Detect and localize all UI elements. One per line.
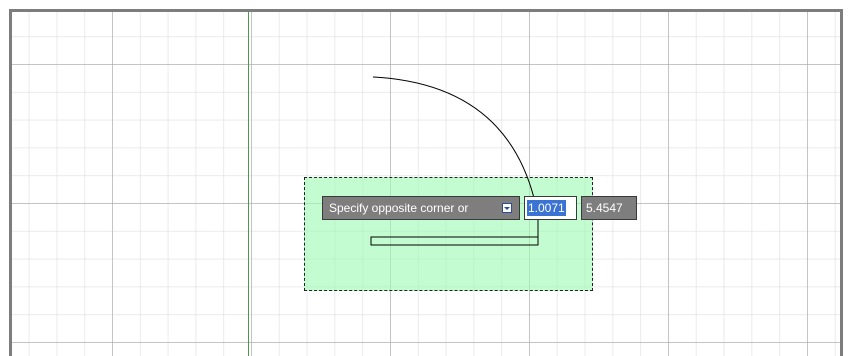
- cad-window: Specify opposite corner or 1.0071 5.4547: [0, 0, 851, 356]
- drawing-geometry: [370, 76, 539, 246]
- x-coordinate-input[interactable]: 1.0071: [524, 196, 577, 220]
- rectangle-entity: [370, 236, 539, 246]
- prompt-text: Specify opposite corner or: [329, 201, 469, 215]
- x-coordinate-value: 1.0071: [527, 200, 566, 216]
- y-coordinate-input[interactable]: 5.4547: [581, 196, 637, 220]
- chevron-down-icon[interactable]: [502, 203, 512, 213]
- arc-entity: [372, 76, 535, 199]
- y-coordinate-value: 5.4547: [586, 201, 623, 215]
- command-prompt-tooltip: Specify opposite corner or: [322, 196, 520, 220]
- drawing-viewport[interactable]: Specify opposite corner or 1.0071 5.4547: [9, 9, 843, 356]
